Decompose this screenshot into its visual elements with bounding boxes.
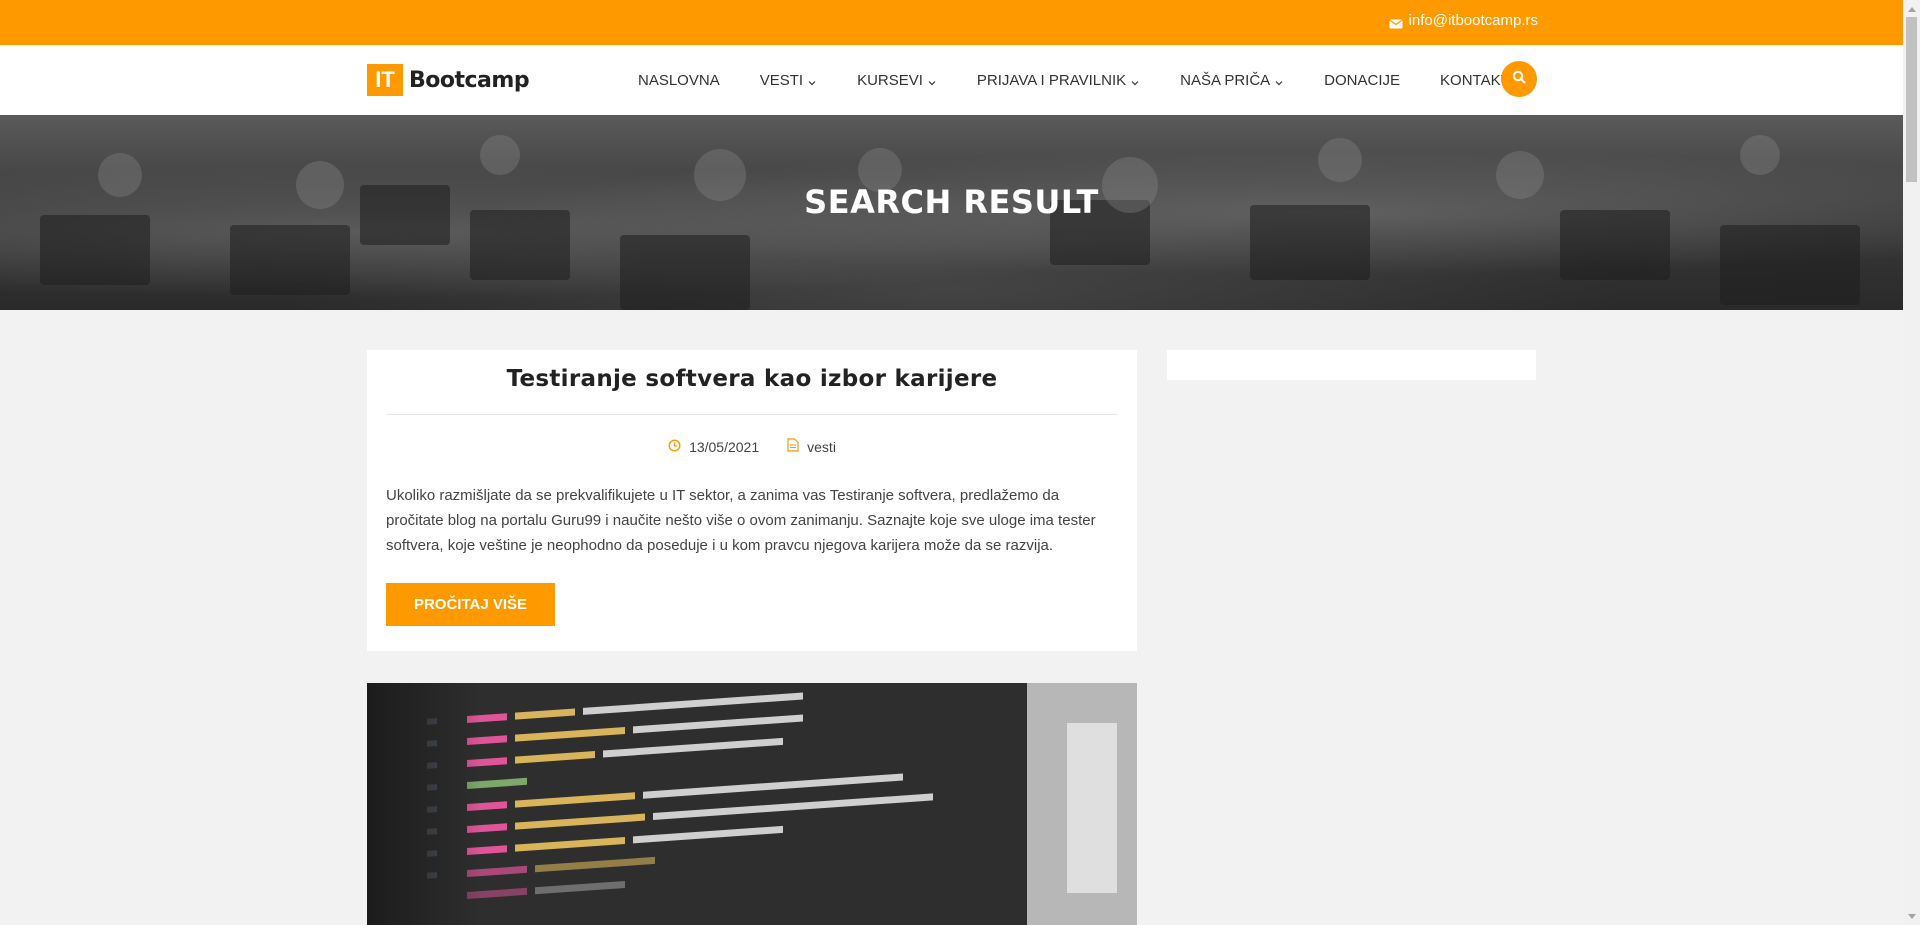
chevron-down-icon xyxy=(807,75,817,86)
nav-item-label: NASLOVNA xyxy=(638,71,720,89)
read-more-button[interactable]: PROČITAJ VIŠE xyxy=(386,583,555,626)
nav-item-label: KONTAKT xyxy=(1440,71,1510,89)
post-title[interactable]: Testiranje softvera kao izbor karijere xyxy=(367,366,1137,392)
chevron-down-icon xyxy=(1274,75,1284,86)
site-logo[interactable]: IT Bootcamp xyxy=(367,64,530,96)
envelope-icon xyxy=(1388,16,1403,28)
scroll-up-arrow-icon[interactable] xyxy=(1903,0,1920,17)
scrollbar-thumb[interactable] xyxy=(1906,17,1917,182)
clock-icon xyxy=(668,438,681,455)
nav-item-label: NAŠA PRIČA xyxy=(1180,71,1271,89)
nav-menu: NASLOVNA VESTI KURSEVI PRIJAVA I PRAVILN… xyxy=(618,45,1530,115)
nav-item-donacije[interactable]: DONACIJE xyxy=(1304,72,1420,89)
nav-item-kursevi[interactable]: KURSEVI xyxy=(837,72,957,89)
nav-item-vesti[interactable]: VESTI xyxy=(740,72,837,89)
page-title: SEARCH RESULT xyxy=(804,183,1099,221)
nav-item-label: PRIJAVA I PRAVILNIK xyxy=(976,71,1127,89)
search-button[interactable] xyxy=(1501,61,1537,97)
post-meta: 13/05/2021 vesti xyxy=(367,438,1137,455)
email-text: info@itbootcamp.rs xyxy=(1408,12,1538,29)
page-scrollbar[interactable] xyxy=(1903,0,1920,925)
logo-text: Bootcamp xyxy=(409,67,530,93)
post-excerpt: Ukoliko razmišljate da se prekvalifikuje… xyxy=(386,487,1096,554)
post-thumbnail-image[interactable] xyxy=(367,683,1137,925)
nav-item-label: VESTI xyxy=(759,71,804,89)
nav-item-label: KURSEVI xyxy=(857,71,923,89)
nav-item-nasa-prica[interactable]: NAŠA PRIČA xyxy=(1160,72,1304,89)
divider xyxy=(386,414,1118,415)
top-bar: info@itbootcamp.rs xyxy=(0,0,1920,45)
main-navbar: IT Bootcamp NASLOVNA VESTI KURSEVI PRIJA… xyxy=(0,45,1903,115)
post-category[interactable]: vesti xyxy=(807,439,836,455)
nav-item-label: DONACIJE xyxy=(1324,71,1401,89)
post-date: 13/05/2021 xyxy=(689,438,760,455)
email-link[interactable]: info@itbootcamp.rs xyxy=(1388,12,1538,29)
search-icon xyxy=(1512,70,1526,89)
sidebar-widget xyxy=(1167,350,1536,380)
scroll-down-arrow-icon[interactable] xyxy=(1903,908,1920,925)
post-card: Testiranje softvera kao izbor karijere 1… xyxy=(367,350,1137,651)
chevron-down-icon xyxy=(1130,75,1140,86)
code-screen-image xyxy=(367,683,1137,925)
nav-item-prijava[interactable]: PRIJAVA I PRAVILNIK xyxy=(957,72,1160,89)
chevron-down-icon xyxy=(927,75,937,86)
hero-banner: SEARCH RESULT xyxy=(0,115,1903,310)
file-icon xyxy=(787,438,799,455)
logo-badge: IT xyxy=(367,64,403,96)
nav-item-naslovna[interactable]: NASLOVNA xyxy=(618,72,740,89)
